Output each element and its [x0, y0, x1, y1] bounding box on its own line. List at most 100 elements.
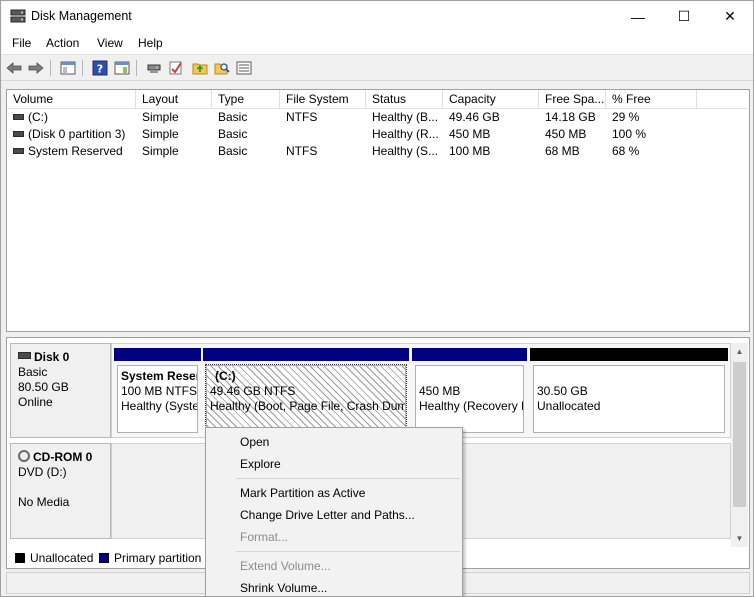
- menu-help[interactable]: Help: [138, 36, 163, 50]
- legend-swatch: [99, 552, 109, 563]
- cell-capacity: 49.46 GB: [449, 110, 500, 124]
- partition-recovery[interactable]: 450 MB Healthy (Recovery P: [412, 348, 527, 436]
- partition-body: System Reser 100 MB NTFS Healthy (Syste: [117, 365, 198, 433]
- svg-text:?: ?: [97, 63, 103, 76]
- cell-volume: (C:): [7, 109, 136, 126]
- cell-volume: System Reserved: [7, 143, 136, 160]
- partition-status: Healthy (Syste: [121, 399, 198, 413]
- cell-free-space: 450 MB: [545, 127, 587, 141]
- cell-status: Healthy (S...: [372, 144, 439, 158]
- disk-0-partition-bar: System Reser 100 MB NTFS Healthy (Syste …: [111, 343, 731, 438]
- partition-size: 450 MB: [419, 384, 461, 398]
- cd-rom-icon: [18, 449, 30, 462]
- partition-name: [537, 369, 724, 384]
- legend-primary-label: Primary partition: [114, 551, 202, 565]
- cell-status: Healthy (R...: [372, 127, 439, 141]
- column-file-system[interactable]: File System: [280, 90, 366, 109]
- column-status[interactable]: Status: [366, 90, 443, 109]
- column-percent-free[interactable]: % Free: [606, 90, 697, 109]
- column-volume[interactable]: Volume: [7, 90, 136, 109]
- table-row[interactable]: (C:) Simple Basic NTFS Healthy (B... 49.…: [7, 109, 749, 126]
- legend-swatch: [15, 552, 25, 563]
- cell-layout: Simple: [142, 127, 179, 141]
- cdrom-0-type: DVD (D:): [18, 465, 67, 479]
- cell-file-system: [280, 126, 366, 143]
- forward-icon[interactable]: [26, 59, 46, 77]
- cell-file-system: NTFS: [286, 110, 318, 124]
- legend-unallocated: Unallocated: [15, 551, 93, 565]
- cdrom-0-state: No Media: [18, 495, 70, 509]
- console-tree-icon[interactable]: [58, 59, 78, 77]
- cdrom-0-label[interactable]: CD-ROM 0 DVD (D:) No Media: [10, 443, 111, 539]
- cell-percent-free: 68 %: [612, 144, 640, 158]
- cell-type: Basic: [218, 144, 248, 158]
- toolbar-separator: [50, 60, 51, 76]
- cdrom-0-spacer: [18, 480, 110, 495]
- disk-management-app-icon: [10, 9, 26, 23]
- cell-percent-free: 100 %: [612, 127, 647, 141]
- menu-item-mark-active[interactable]: Mark Partition as Active: [240, 486, 365, 500]
- disk-icon: [18, 352, 31, 360]
- partition-c-drive[interactable]: (C:) 49.46 GB NTFS Healthy (Boot, Page F…: [203, 348, 409, 436]
- partition-body: (C:) 49.46 GB NTFS Healthy (Boot, Page F…: [205, 364, 407, 434]
- partition-name: System Reser: [121, 369, 198, 383]
- partition-unallocated[interactable]: 30.50 GB Unallocated: [530, 348, 728, 436]
- menu-bar: File Action View Help: [1, 32, 753, 54]
- cell-file-system: NTFS: [286, 144, 318, 158]
- partition-size: 100 MB NTFS: [121, 384, 198, 398]
- connect-icon[interactable]: [144, 59, 164, 77]
- folder-up-icon[interactable]: [190, 59, 210, 77]
- disk-0-size: 80.50 GB: [18, 380, 69, 394]
- column-capacity[interactable]: Capacity: [443, 90, 539, 109]
- cell-volume-text: (Disk 0 partition 3): [28, 127, 126, 141]
- minimize-button[interactable]: —: [615, 1, 661, 32]
- cdrom-0-name-row: CD-ROM 0: [18, 449, 110, 465]
- menu-item-format: Format...: [240, 530, 289, 544]
- menu-item-open[interactable]: Open: [240, 435, 269, 449]
- partition-name: [419, 369, 523, 384]
- scroll-thumb[interactable]: [733, 362, 746, 507]
- cell-type: Basic: [218, 127, 248, 141]
- menu-item-shrink-volume[interactable]: Shrink Volume...: [240, 581, 327, 595]
- partition-type-bar: [530, 348, 728, 361]
- disk-0-type: Basic: [18, 365, 48, 379]
- maximize-button[interactable]: ☐: [661, 1, 707, 32]
- menu-file[interactable]: File: [12, 36, 31, 50]
- menu-item-change-drive-letter[interactable]: Change Drive Letter and Paths...: [240, 508, 415, 522]
- check-icon[interactable]: [166, 59, 186, 77]
- partition-system-reserved[interactable]: System Reser 100 MB NTFS Healthy (Syste: [114, 348, 201, 436]
- cell-capacity: 100 MB: [449, 144, 491, 158]
- menu-separator: [236, 551, 460, 552]
- list-icon[interactable]: [234, 59, 254, 77]
- partition-name: (C:): [215, 369, 236, 383]
- menu-action[interactable]: Action: [46, 36, 79, 50]
- cell-type: Basic: [218, 110, 248, 124]
- column-type[interactable]: Type: [212, 90, 280, 109]
- back-icon[interactable]: [4, 59, 24, 77]
- search-icon[interactable]: [212, 59, 232, 77]
- toolbar-separator: [82, 60, 83, 76]
- graphical-view-scrollbar[interactable]: ▲ ▼: [731, 343, 748, 547]
- cell-status: Healthy (B...: [372, 110, 439, 124]
- menu-view[interactable]: View: [97, 36, 123, 50]
- drive-icon: [13, 147, 24, 154]
- legend-unallocated-label: Unallocated: [30, 551, 94, 565]
- menu-item-explore[interactable]: Explore: [240, 457, 281, 471]
- column-layout[interactable]: Layout: [136, 90, 212, 109]
- menu-separator: [236, 478, 460, 479]
- cell-capacity: 450 MB: [449, 127, 491, 141]
- partition-type-bar: [114, 348, 201, 361]
- column-free-space[interactable]: Free Spa...: [539, 90, 606, 109]
- volume-list-header: Volume Layout Type File System Status Ca…: [7, 90, 749, 109]
- table-row[interactable]: (Disk 0 partition 3) Simple Basic Health…: [7, 126, 749, 143]
- cdrom-0-name: CD-ROM 0: [33, 450, 93, 464]
- properties-icon[interactable]: [112, 59, 132, 77]
- help-icon[interactable]: ?: [90, 59, 110, 77]
- drive-icon: [13, 130, 24, 137]
- table-row[interactable]: System Reserved Simple Basic NTFS Health…: [7, 143, 749, 160]
- scroll-down-icon[interactable]: ▼: [731, 530, 748, 547]
- scroll-up-icon[interactable]: ▲: [731, 343, 748, 360]
- disk-0-label[interactable]: Disk 0 Basic 80.50 GB Online: [10, 343, 111, 438]
- partition-size: 30.50 GB: [537, 384, 588, 398]
- close-button[interactable]: ✕: [707, 1, 753, 32]
